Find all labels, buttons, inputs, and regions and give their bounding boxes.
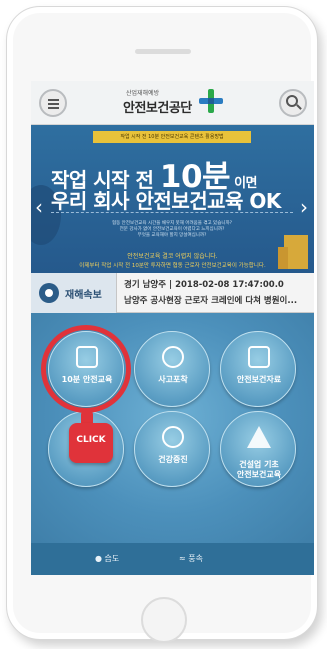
search-button[interactable] (279, 89, 307, 117)
humidity-label: ● 습도 (95, 554, 120, 563)
kosha-logo-icon (199, 89, 223, 113)
banner-next-arrow[interactable]: › (300, 195, 308, 219)
siren-icon (162, 346, 184, 368)
menu-grid: 10분 안전교육 사고포착 안전보건자료 Sa... 건강증진 건설업 기초 안… (31, 313, 314, 543)
banner-pagination-dots[interactable] (43, 265, 73, 269)
news-label: 재해속보 (65, 290, 102, 301)
menu-icon-bar (48, 107, 59, 109)
banner-divider (51, 212, 293, 213)
menu-button[interactable] (39, 89, 67, 117)
news-tag: 재해속보 (31, 273, 117, 313)
menu-health-promotion[interactable]: 건강증진 (134, 411, 210, 487)
banner-headline-2: 우리 회사 안전보건교육 OK (51, 189, 281, 213)
news-location-date: 경기 남양주 | 2018-02-08 17:47:00.0 (124, 280, 284, 290)
highlight-ring (41, 325, 131, 413)
search-icon-handle (296, 104, 302, 110)
banner-small-line: 무엇을 교육해야 할지 망설여십니까? (137, 233, 207, 238)
home-button[interactable] (141, 597, 187, 643)
promo-banner[interactable]: 작업 시작 전 10분 안전보건교육 콘텐츠 활용방법 작업 시작 전 10분 … (31, 125, 314, 273)
banner-prev-arrow[interactable]: ‹ (35, 195, 43, 219)
logo-title[interactable]: 안전보건공단 (123, 97, 192, 116)
banner-ribbon: 작업 시작 전 10분 안전보건교육 콘텐츠 활용방법 (93, 131, 251, 143)
open-book-icon (248, 346, 270, 368)
weather-bar: ● 습도 ≈ 풍속 (31, 543, 314, 575)
banner-yellow-line-2: 이제부터 작업 시작 전 10분만 투자하면 협동 근로자 안전보건교육이 가능… (79, 263, 266, 269)
bird-icon (162, 426, 184, 448)
accident-news-row[interactable]: 재해속보 경기 남양주 | 2018-02-08 17:47:00.0 남양주 … (31, 273, 314, 313)
eye-icon (39, 283, 59, 303)
menu-label: 안전보건자료 (236, 375, 282, 384)
phone-frame: 산업재해예방 안전보건공단 작업 시작 전 10분 안전보건교육 콘텐츠 활용방… (6, 6, 318, 643)
cone-icon (247, 426, 271, 448)
menu-label: 사고포착 (158, 375, 188, 384)
app-header: 산업재해예방 안전보건공단 (31, 81, 314, 125)
phone-speaker (135, 49, 191, 54)
menu-construction-education[interactable]: 건설업 기초 안전보건교육 (220, 411, 296, 487)
banner-small-text: 협동 안전보건교육 시간을 채우지 못해 어려움을 겪고 있습니까? 전문 강사… (87, 221, 257, 239)
menu-label: 건설업 기초 안전보건교육 (236, 460, 282, 479)
app-screen: 산업재해예방 안전보건공단 작업 시작 전 10분 안전보건교육 콘텐츠 활용방… (31, 81, 314, 575)
menu-icon-bar (48, 103, 59, 105)
banner-yellow-line-1: 안전보건교육 결코 어렵지 않습니다. (127, 253, 218, 260)
click-label: CLICK (76, 435, 106, 445)
menu-label: 건강증진 (158, 455, 188, 464)
menu-safety-materials[interactable]: 안전보건자료 (220, 331, 296, 407)
menu-accident-capture[interactable]: 사고포착 (134, 331, 210, 407)
wind-speed-label: ≈ 풍속 (179, 554, 203, 563)
menu-icon (48, 99, 59, 101)
news-headline[interactable]: 남양주 공사현장 근로자 크레인에 다쳐 병원이... (124, 294, 310, 306)
logo-subtitle: 산업재해예방 (126, 90, 160, 97)
